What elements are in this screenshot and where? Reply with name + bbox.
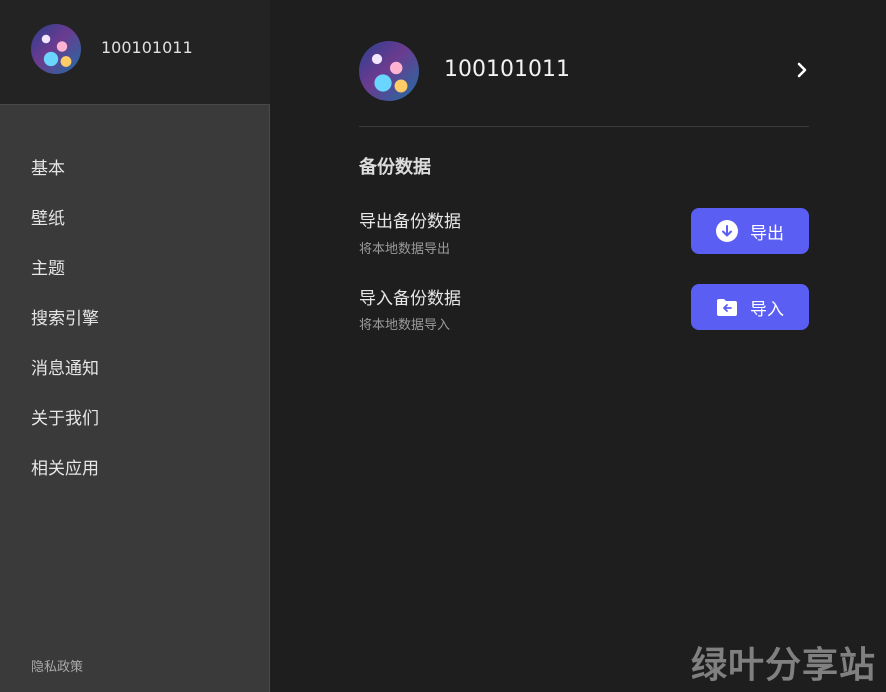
watermark: 绿叶分享站 bbox=[690, 645, 876, 686]
sidebar-item-about-us[interactable]: 关于我们 bbox=[31, 398, 99, 448]
sidebar-item-search-engine[interactable]: 搜索引擎 bbox=[31, 298, 99, 348]
export-button[interactable]: 导出 bbox=[691, 208, 809, 254]
import-button[interactable]: 导入 bbox=[691, 284, 809, 330]
import-option-description: 将本地数据导入 bbox=[359, 318, 451, 333]
privacy-policy-link[interactable]: 隐私政策 bbox=[31, 656, 83, 675]
sidebar-item-wallpaper[interactable]: 壁纸 bbox=[31, 198, 99, 248]
sidebar-nav: 基本 壁纸 主题 搜索引擎 消息通知 关于我们 相关应用 bbox=[31, 148, 99, 498]
sidebar: 100101011 基本 壁纸 主题 搜索引擎 消息通知 关于我们 相关应用 隐… bbox=[0, 0, 270, 692]
import-option-title: 导入备份数据 bbox=[359, 289, 461, 309]
sidebar-username: 100101011 bbox=[101, 38, 193, 57]
download-circle-icon bbox=[716, 220, 738, 242]
chevron-right-icon bbox=[797, 62, 807, 78]
profile-avatar bbox=[359, 41, 419, 101]
import-button-label: 导入 bbox=[750, 299, 784, 320]
sidebar-item-basic[interactable]: 基本 bbox=[31, 148, 99, 198]
profile-username: 100101011 bbox=[444, 57, 570, 82]
export-option-description: 将本地数据导出 bbox=[359, 242, 451, 257]
sidebar-item-theme[interactable]: 主题 bbox=[31, 248, 99, 298]
folder-import-icon bbox=[717, 299, 737, 316]
main-panel: 100101011 备份数据 导出备份数据 将本地数据导出 导出 导入备份数据 … bbox=[271, 0, 886, 692]
export-button-label: 导出 bbox=[750, 223, 784, 244]
sidebar-item-notifications[interactable]: 消息通知 bbox=[31, 348, 99, 398]
profile-row[interactable]: 100101011 bbox=[359, 41, 809, 101]
section-title: 备份数据 bbox=[359, 157, 431, 178]
avatar[interactable] bbox=[31, 24, 81, 74]
divider bbox=[359, 126, 809, 127]
sidebar-header: 100101011 bbox=[0, 0, 270, 105]
export-option-title: 导出备份数据 bbox=[359, 212, 461, 232]
sidebar-item-related-apps[interactable]: 相关应用 bbox=[31, 448, 99, 498]
